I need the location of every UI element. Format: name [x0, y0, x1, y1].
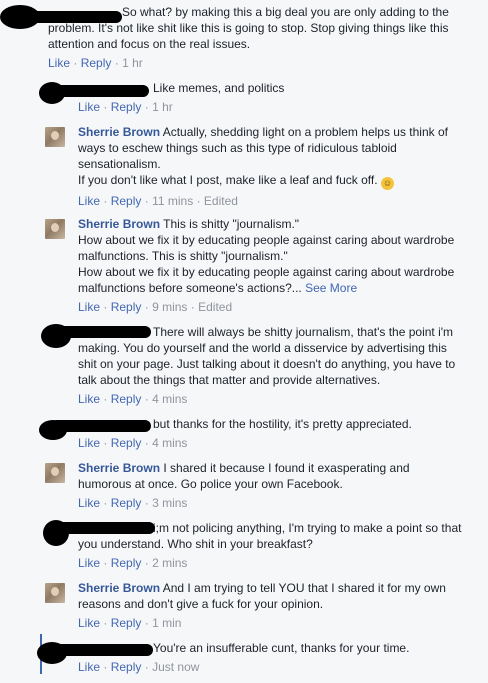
timestamp[interactable]: 9 mins	[152, 300, 187, 314]
like-link[interactable]: Like	[78, 616, 100, 630]
reply-link[interactable]: Reply	[111, 436, 142, 450]
like-link[interactable]: Like	[78, 392, 100, 406]
comment-actions: Like · Reply · 9 mins · Edited	[78, 299, 465, 315]
comment-actions: Like · Reply · 4 mins	[78, 391, 465, 407]
reply-comment: There will always be shitty journalism, …	[41, 324, 465, 407]
separator: ·	[144, 660, 149, 674]
comment-actions: Like · Reply · 11 mins · Edited	[78, 193, 465, 209]
reply-comment: Sherrie Brown This is shitty "journalism…	[45, 216, 465, 315]
comment-author[interactable]: Sherrie Brown	[78, 581, 160, 595]
comment-thread: So what? by making this a big deal you a…	[0, 0, 488, 683]
reply-link[interactable]: Reply	[111, 616, 142, 630]
comment-author[interactable]: Sherrie Brown	[78, 461, 160, 475]
separator: ·	[103, 392, 108, 406]
reply-link[interactable]: Reply	[111, 496, 142, 510]
reply-link[interactable]: Reply	[111, 194, 142, 208]
comment: So what? by making this a big deal you a…	[0, 4, 470, 71]
separator: ·	[103, 556, 108, 570]
see-more-link[interactable]: See More	[305, 281, 357, 295]
comment-author[interactable]: Sherrie Brown	[78, 217, 160, 231]
comment-text: Like memes, and politics	[153, 81, 285, 95]
separator: ·	[103, 100, 108, 114]
separator: ·	[144, 392, 149, 406]
reply-link[interactable]: Reply	[111, 556, 142, 570]
comment-text: You're an insufferable cunt, thanks for …	[153, 641, 410, 655]
like-link[interactable]: Like	[78, 660, 100, 674]
redacted-author-name	[53, 522, 155, 534]
comment-text-line: How about we fix it by educating people …	[78, 233, 455, 263]
redacted-author-name	[51, 85, 149, 97]
reply-link[interactable]: Reply	[111, 392, 142, 406]
separator: ·	[73, 56, 78, 70]
like-link[interactable]: Like	[78, 300, 100, 314]
edited-label[interactable]: Edited	[204, 194, 238, 208]
like-link[interactable]: Like	[78, 194, 100, 208]
timestamp[interactable]: 4 mins	[152, 436, 187, 450]
separator: ·	[144, 556, 149, 570]
smile-emoji-icon: ☺	[380, 177, 394, 190]
separator: ·	[144, 300, 149, 314]
separator: ·	[144, 436, 149, 450]
comment-text-line: How about we fix it by educating people …	[78, 265, 455, 295]
reply-comment: Sherrie Brown And I am trying to tell YO…	[45, 580, 465, 631]
redacted-author-name	[49, 644, 153, 656]
avatar[interactable]	[45, 583, 65, 603]
separator: ·	[103, 616, 108, 630]
separator: ·	[103, 194, 108, 208]
reply-link[interactable]: Reply	[111, 660, 142, 674]
separator: ·	[103, 300, 108, 314]
comment-actions: Like · Reply · 2 mins	[78, 555, 465, 571]
timestamp[interactable]: Just now	[152, 660, 199, 674]
timestamp[interactable]: 4 mins	[152, 392, 187, 406]
reply-link[interactable]: Reply	[81, 56, 112, 70]
reply-comment: Like memes, and politics Like · Reply · …	[39, 80, 465, 115]
timestamp[interactable]: 3 mins	[152, 496, 187, 510]
like-link[interactable]: Like	[48, 56, 70, 70]
reply-comment: i;m not policing anything, I'm trying to…	[43, 520, 465, 571]
timestamp[interactable]: 1 hr	[122, 56, 143, 70]
comment-actions: Like · Reply · 1 hr	[48, 55, 470, 71]
separator: ·	[103, 496, 108, 510]
comment-text-line: If you don't like what I post, make like…	[78, 173, 378, 187]
comment-actions: Like · Reply · Just now	[78, 659, 465, 675]
redacted-author-name	[53, 326, 151, 338]
timestamp[interactable]: 1 min	[152, 616, 181, 630]
separator: ·	[114, 56, 119, 70]
separator: ·	[103, 436, 108, 450]
reply-link[interactable]: Reply	[111, 300, 142, 314]
reply-link[interactable]: Reply	[111, 100, 142, 114]
separator: ·	[190, 300, 195, 314]
edited-label[interactable]: Edited	[198, 300, 232, 314]
separator: ·	[144, 616, 149, 630]
avatar[interactable]	[45, 219, 65, 239]
separator: ·	[144, 100, 149, 114]
redacted-author-name	[20, 11, 122, 23]
reply-comment: Sherrie Brown Actually, shedding light o…	[45, 124, 465, 209]
comment-text: This is shitty "journalism."	[163, 217, 300, 231]
like-link[interactable]: Like	[78, 100, 100, 114]
avatar[interactable]	[45, 127, 65, 147]
comment-author[interactable]: Sherrie Brown	[78, 125, 160, 139]
timestamp[interactable]: 1 hr	[152, 100, 173, 114]
comment-actions: Like · Reply · 4 mins	[78, 435, 465, 451]
separator: ·	[144, 194, 149, 208]
comment-actions: Like · Reply · 1 hr	[78, 99, 465, 115]
comment-text: but thanks for the hostility, it's prett…	[153, 417, 412, 431]
comment-actions: Like · Reply · 3 mins	[78, 495, 465, 511]
like-link[interactable]: Like	[78, 496, 100, 510]
avatar[interactable]	[45, 463, 65, 483]
reply-comment: Sherrie Brown I shared it because I foun…	[45, 460, 465, 511]
separator: ·	[144, 496, 149, 510]
comment-actions: Like · Reply · 1 min	[78, 615, 465, 631]
separator: ·	[103, 660, 108, 674]
separator: ·	[196, 194, 201, 208]
reply-comment: but thanks for the hostility, it's prett…	[39, 416, 465, 451]
redacted-author-name	[51, 420, 151, 432]
timestamp[interactable]: 11 mins	[152, 194, 193, 208]
like-link[interactable]: Like	[78, 436, 100, 450]
reply-comment: You're an insufferable cunt, thanks for …	[37, 640, 465, 675]
timestamp[interactable]: 2 mins	[152, 556, 187, 570]
like-link[interactable]: Like	[78, 556, 100, 570]
